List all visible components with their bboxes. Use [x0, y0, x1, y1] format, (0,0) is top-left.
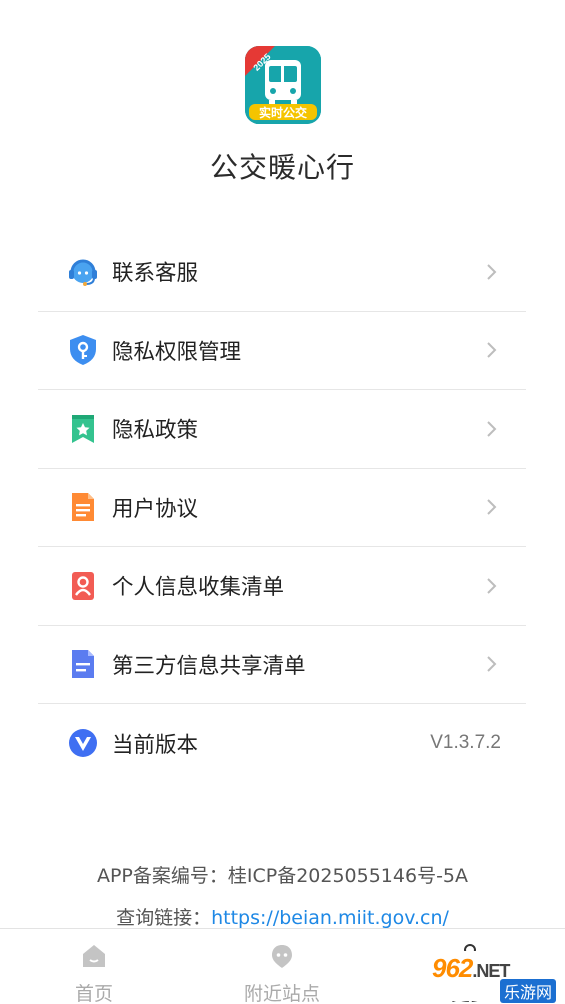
menu-item-third-party-sharing[interactable]: 第三方信息共享清单: [38, 626, 526, 704]
menu-item-current-version[interactable]: 当前版本 V1.3.7.2: [38, 704, 526, 783]
menu-item-personal-info-list[interactable]: 个人信息收集清单: [38, 547, 526, 626]
menu-item-user-agreement[interactable]: 用户协议: [38, 469, 526, 547]
tab-nearby-label: 附近站点: [243, 983, 320, 1004]
headset-icon: [67, 256, 99, 288]
chevron-right-icon: [487, 578, 497, 594]
menu-item-privacy-policy[interactable]: 隐私政策: [38, 390, 526, 469]
tab-home[interactable]: 首页: [34, 929, 154, 1004]
file-lines-icon: [67, 648, 99, 680]
menu-item-privacy-permissions[interactable]: 隐私权限管理: [38, 312, 526, 390]
shield-key-icon: [67, 334, 99, 366]
chevron-right-icon: [487, 421, 497, 437]
tab-nearby-stations[interactable]: 附近站点: [222, 929, 342, 1004]
watermark-number-text: 962: [432, 953, 473, 983]
watermark-net-text: .NET: [472, 961, 510, 981]
logo-caption: 实时公交: [259, 105, 307, 120]
menu-item-label: 隐私权限管理: [112, 339, 242, 365]
chevron-right-icon: [487, 499, 497, 515]
bookmark-star-icon: [67, 413, 99, 445]
person-card-icon: [67, 570, 99, 602]
chevron-right-icon: [487, 342, 497, 358]
watermark-site-name: 乐游网: [499, 979, 556, 1003]
version-value: V1.3.7.2: [430, 732, 501, 754]
icp-record-text: APP备案编号：桂ICP备2025055146号-5A: [96, 865, 469, 887]
chevron-right-icon: [487, 264, 497, 280]
menu-item-label: 联系客服: [112, 261, 199, 287]
watermark-logo: 962.NET 乐游网: [426, 951, 562, 1003]
query-link[interactable]: https://beian.miit.gov.cn/: [211, 907, 449, 929]
menu-item-contact-service[interactable]: 联系客服: [38, 233, 526, 312]
home-icon: [83, 945, 105, 967]
tab-home-label: 首页: [74, 983, 113, 1004]
query-label: 查询链接：: [116, 907, 212, 929]
document-icon: [67, 491, 99, 523]
settings-menu: 联系客服 隐私权限管理 隐私政策 用户协议 个人信息收集清单 第三方信息共享清单…: [38, 233, 526, 783]
menu-item-label: 当前版本: [112, 732, 199, 758]
v-logo-icon: [67, 727, 99, 759]
app-name: 公交暖心行: [209, 151, 355, 184]
menu-item-label: 隐私政策: [112, 418, 199, 444]
menu-item-label: 第三方信息共享清单: [112, 653, 306, 679]
location-icon: [272, 945, 292, 968]
query-link-row: 查询链接：https://beian.miit.gov.cn/: [0, 903, 565, 930]
app-logo: 2025 实时公交: [245, 46, 321, 124]
menu-item-label: 个人信息收集清单: [112, 575, 285, 601]
menu-item-label: 用户协议: [112, 496, 199, 522]
chevron-right-icon: [487, 656, 497, 672]
watermark-number: 962.NET: [432, 953, 510, 984]
